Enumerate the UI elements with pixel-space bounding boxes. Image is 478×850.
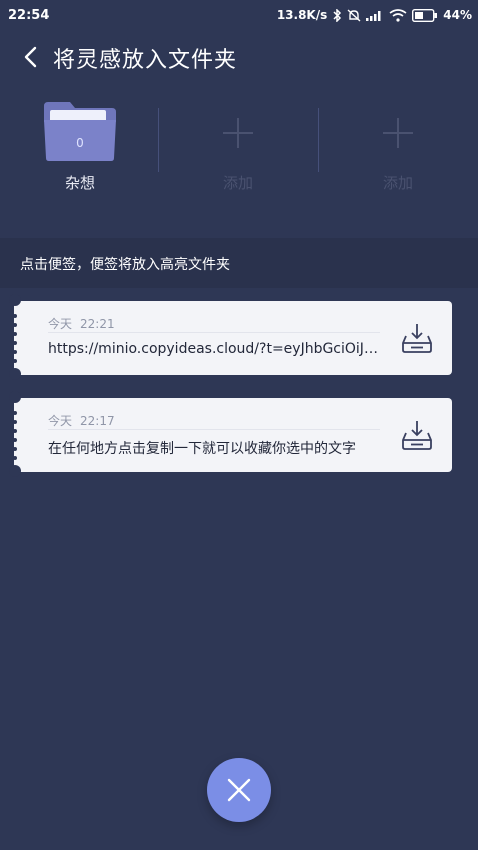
hint-bar: 点击便签，便签将放入高亮文件夹 (0, 238, 478, 288)
folder-item-zaxiang[interactable]: 0 杂想 (0, 96, 160, 206)
note-card[interactable]: 今天 22:21 https://minio.copyideas.cloud/?t… (14, 301, 452, 375)
put-in-tray-icon[interactable] (400, 321, 434, 355)
note-card[interactable]: 今天 22:17 在任何地方点击复制一下就可以收藏你选中的文字 (14, 398, 452, 472)
note-text: 在任何地方点击复制一下就可以收藏你选中的文字 (48, 441, 356, 457)
put-in-tray-icon[interactable] (400, 418, 434, 452)
note-binding-dots (8, 294, 22, 382)
battery-percent: 44% (443, 8, 472, 22)
folder-row: 0 杂想 添加 添加 (0, 96, 478, 206)
add-folder-button[interactable]: 添加 (318, 96, 478, 206)
plus-icon (381, 116, 415, 150)
battery-icon (412, 8, 438, 22)
folder-label: 杂想 (64, 174, 95, 192)
add-folder-button[interactable]: 添加 (158, 96, 318, 206)
note-divider (48, 429, 380, 430)
signal-icon (366, 9, 384, 21)
add-folder-label: 添加 (222, 174, 253, 192)
close-icon (227, 778, 251, 802)
note-timestamp: 今天 22:17 (48, 412, 115, 429)
note-time: 22:21 (80, 317, 115, 331)
plus-icon (221, 116, 255, 150)
note-binding-dots (8, 391, 22, 479)
folder-icon: 0 (42, 100, 118, 162)
status-bar: 22:54 13.8K/s 44% (0, 0, 478, 32)
note-timestamp: 今天 22:21 (48, 315, 115, 332)
hint-text: 点击便签，便签将放入高亮文件夹 (20, 257, 230, 273)
note-time: 22:17 (80, 414, 115, 428)
wifi-icon (389, 8, 407, 22)
close-button[interactable] (207, 758, 271, 822)
note-day: 今天 (48, 317, 73, 331)
network-speed: 13.8K/s (276, 8, 328, 22)
page-title: 将灵感放入文件夹 (53, 48, 238, 73)
add-folder-label: 添加 (382, 174, 413, 192)
folder-count: 0 (76, 136, 84, 150)
mute-alarm-icon (347, 8, 361, 22)
note-text: https://minio.copyideas.cloud/?t=eyJhbGc… (48, 341, 382, 357)
header: 将灵感放入文件夹 (0, 32, 478, 82)
status-icons: 13.8K/s 44% (277, 8, 472, 22)
note-divider (48, 332, 380, 333)
status-time: 22:54 (8, 8, 50, 23)
back-arrow-icon[interactable] (16, 42, 46, 72)
note-day: 今天 (48, 414, 73, 428)
bluetooth-icon (332, 8, 342, 22)
